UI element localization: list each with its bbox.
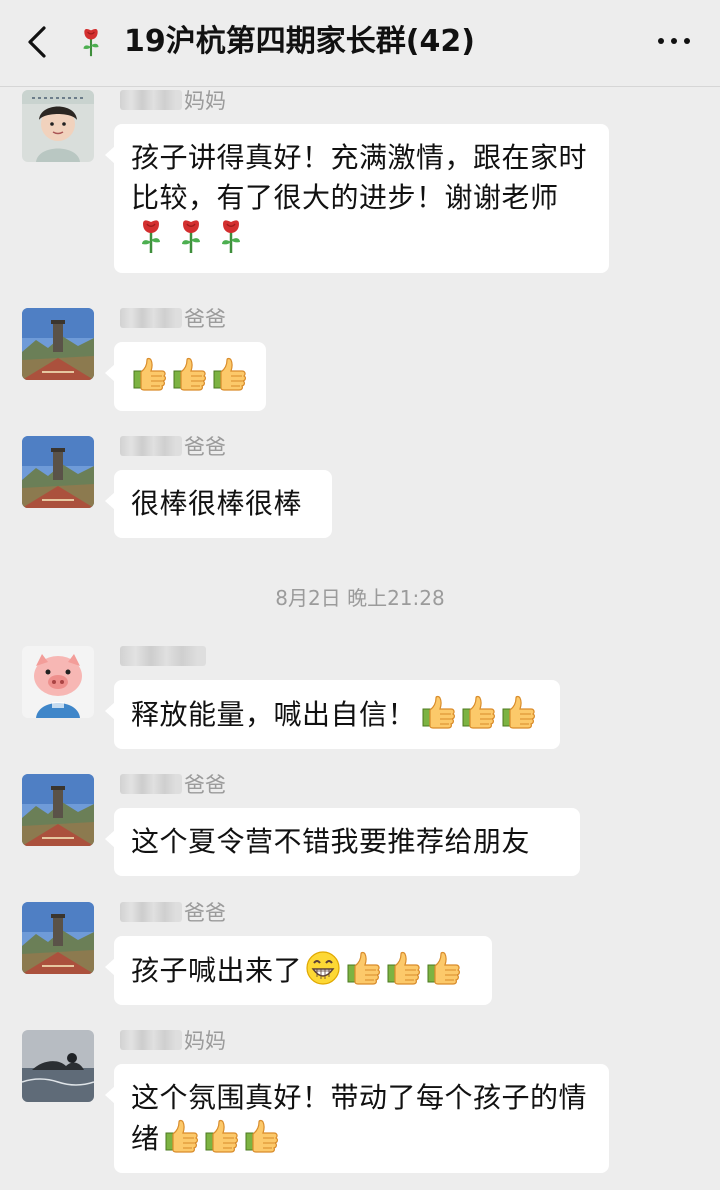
thumbs-up-icon	[420, 694, 456, 730]
thumbs-up-icon	[345, 950, 381, 986]
message-bubble[interactable]: 这个氛围真好！带动了每个孩子的情绪	[105, 1064, 609, 1173]
message-bubble[interactable]: 很棒很棒很棒	[105, 470, 332, 538]
chevron-left-icon	[28, 26, 46, 58]
group-title: 19沪杭第四期家长群(42)	[124, 24, 475, 59]
sender-name: 妈妈	[120, 86, 226, 114]
timestamp: 8月2日 晚上21:28	[275, 586, 445, 610]
thumbs-up-icon	[460, 694, 496, 730]
message-text: 这个夏令营不错我要推荐给朋友	[131, 825, 531, 858]
message-bubble[interactable]: 孩子喊出来了	[105, 936, 492, 1005]
ellipsis-icon	[658, 38, 664, 44]
avatar[interactable]	[22, 90, 94, 162]
thumbs-up-icon	[171, 356, 207, 392]
thumbs-up-icon	[211, 356, 247, 392]
avatar[interactable]	[22, 902, 94, 974]
avatar[interactable]	[22, 308, 94, 380]
back-button[interactable]	[22, 26, 52, 58]
message-bubble[interactable]: 孩子讲得真好！充满激情，跟在家时比较，有了很大的进步！谢谢老师	[105, 124, 609, 273]
sender-name: 爸爸	[120, 770, 226, 798]
blurred-name	[120, 308, 182, 328]
sender-name: 爸爸	[120, 432, 226, 460]
chat-header: 19沪杭第四期家长群(42)	[0, 0, 720, 87]
avatar[interactable]	[22, 1030, 94, 1102]
blurred-name	[120, 90, 182, 110]
blurred-name	[120, 436, 182, 456]
thumbs-up-icon	[203, 1118, 239, 1154]
message-bubble[interactable]: 这个夏令营不错我要推荐给朋友	[105, 808, 580, 876]
message-text: 释放能量，喊出自信！	[131, 698, 417, 731]
message-text: 这个氛围真好！带动了每个孩子的情绪	[131, 1081, 588, 1155]
blurred-name	[120, 1030, 182, 1050]
sender-name: 爸爸	[120, 304, 226, 332]
thumbs-up-icon	[385, 950, 421, 986]
blurred-name	[120, 646, 206, 666]
thumbs-up-icon	[163, 1118, 199, 1154]
message-bubble[interactable]	[105, 342, 266, 411]
blurred-name	[120, 774, 182, 794]
avatar[interactable]	[22, 646, 94, 718]
avatar[interactable]	[22, 436, 94, 508]
avatar[interactable]	[22, 774, 94, 846]
thumbs-up-icon	[243, 1118, 279, 1154]
message-text: 孩子讲得真好！充满激情，跟在家时比较，有了很大的进步！谢谢老师	[131, 141, 588, 214]
sender-name: 妈妈	[120, 1026, 226, 1054]
rose-icon	[76, 22, 106, 62]
rose-emoji-icon	[133, 218, 169, 254]
blurred-name	[120, 902, 182, 922]
more-button[interactable]	[658, 38, 690, 44]
message-text: 孩子喊出来了	[131, 954, 303, 987]
thumbs-up-icon	[131, 356, 167, 392]
rose-emoji-icon	[173, 218, 209, 254]
rose-emoji-icon	[213, 218, 249, 254]
thumbs-up-icon	[500, 694, 536, 730]
sender-name: 爸爸	[120, 898, 226, 926]
thumbs-up-icon	[425, 950, 461, 986]
message-bubble[interactable]: 释放能量，喊出自信！	[105, 680, 560, 749]
message-text: 很棒很棒很棒	[131, 487, 303, 520]
sender-name	[120, 642, 208, 670]
grin-emoji-icon	[305, 950, 341, 986]
